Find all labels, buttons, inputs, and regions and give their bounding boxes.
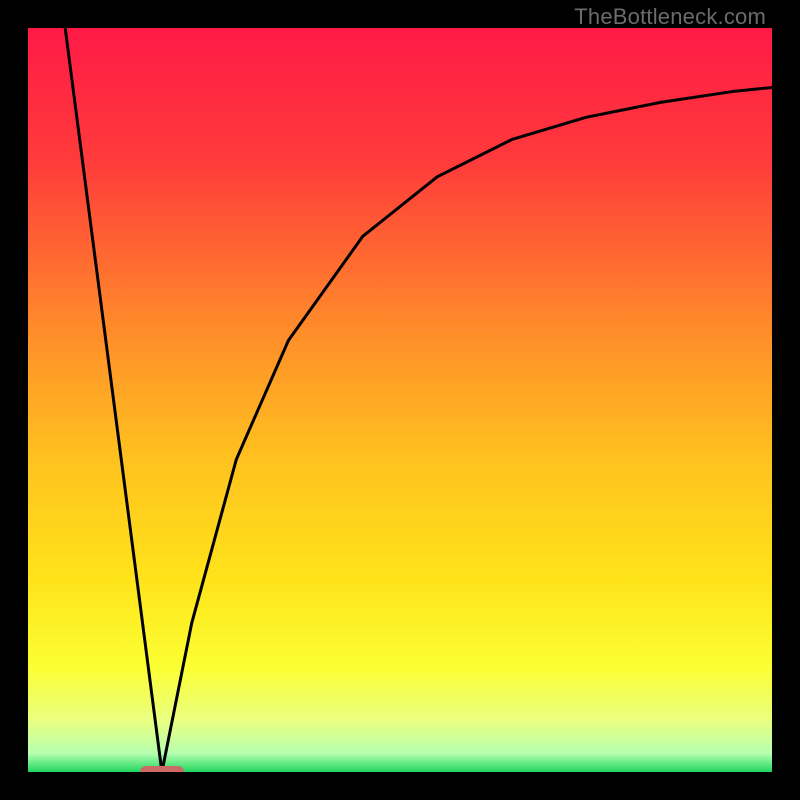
plot-area xyxy=(28,28,772,772)
watermark-text: TheBottleneck.com xyxy=(574,4,766,30)
optimal-marker xyxy=(140,766,185,772)
chart-frame: TheBottleneck.com xyxy=(0,0,800,800)
bottleneck-curve xyxy=(28,28,772,772)
